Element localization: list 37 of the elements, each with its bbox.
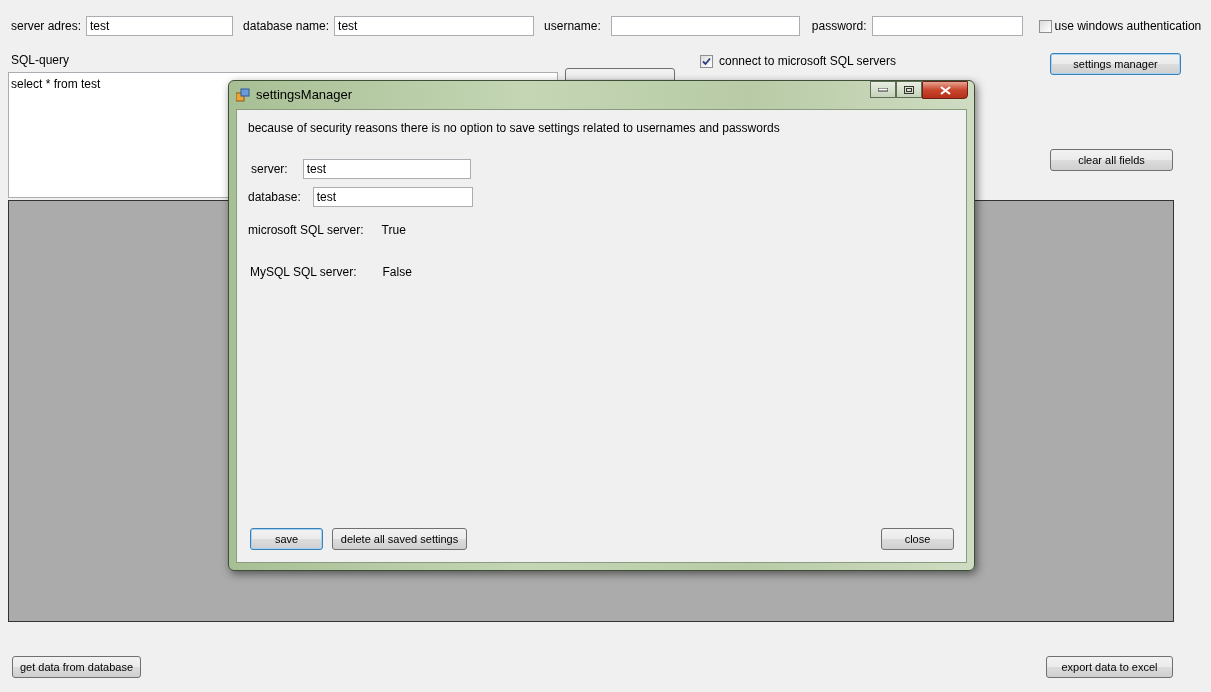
dialog-button[interactable]: save bbox=[250, 528, 323, 550]
settings-manager-button[interactable]: settings manager bbox=[1050, 53, 1181, 75]
export-button[interactable]: export data to excel bbox=[1046, 656, 1173, 678]
minimize-icon bbox=[878, 87, 888, 92]
input-field[interactable]: test bbox=[312, 187, 473, 207]
info-label: MySQL SQL server: bbox=[250, 264, 357, 281]
input-field[interactable]: test bbox=[86, 16, 234, 36]
dialog-button[interactable]: close bbox=[881, 528, 954, 550]
field-label: username: bbox=[544, 18, 601, 35]
query-label: SQL-query bbox=[11, 52, 71, 69]
input-field[interactable] bbox=[871, 16, 1023, 36]
checkbox-label: connect to microsoft SQL servers bbox=[719, 53, 896, 70]
info-value: False bbox=[382, 264, 412, 281]
checkbox[interactable] bbox=[700, 54, 713, 68]
checkbox[interactable] bbox=[1038, 19, 1052, 33]
field-label: server adres: bbox=[11, 18, 82, 35]
notice-text: because of security reasons there is no option to save settings related to usernames and passwords bbox=[248, 120, 781, 137]
info-label: microsoft SQL server: bbox=[248, 222, 364, 239]
close-button[interactable] bbox=[922, 81, 968, 99]
checkbox-label: use windows authentication bbox=[1054, 18, 1202, 35]
input-field[interactable]: test bbox=[334, 16, 535, 36]
minimize-button[interactable] bbox=[870, 81, 896, 98]
field-label: server: bbox=[251, 161, 288, 178]
maximize-button[interactable] bbox=[896, 81, 922, 98]
field-label: database: bbox=[248, 189, 301, 206]
close-icon bbox=[939, 85, 951, 95]
app-icon bbox=[236, 88, 250, 102]
dialog-button[interactable]: delete all saved settings bbox=[332, 528, 467, 550]
restore-icon bbox=[904, 85, 914, 94]
get-data-button[interactable]: get data from database bbox=[12, 656, 141, 678]
input-field[interactable]: test bbox=[302, 159, 471, 179]
window-title: settingsManager bbox=[256, 86, 353, 105]
input-field[interactable] bbox=[610, 16, 800, 36]
field-label: database name: bbox=[243, 18, 330, 35]
info-value: True bbox=[381, 222, 406, 239]
field-label: password: bbox=[811, 18, 867, 35]
clear-all-fields-button[interactable]: clear all fields bbox=[1050, 149, 1173, 171]
